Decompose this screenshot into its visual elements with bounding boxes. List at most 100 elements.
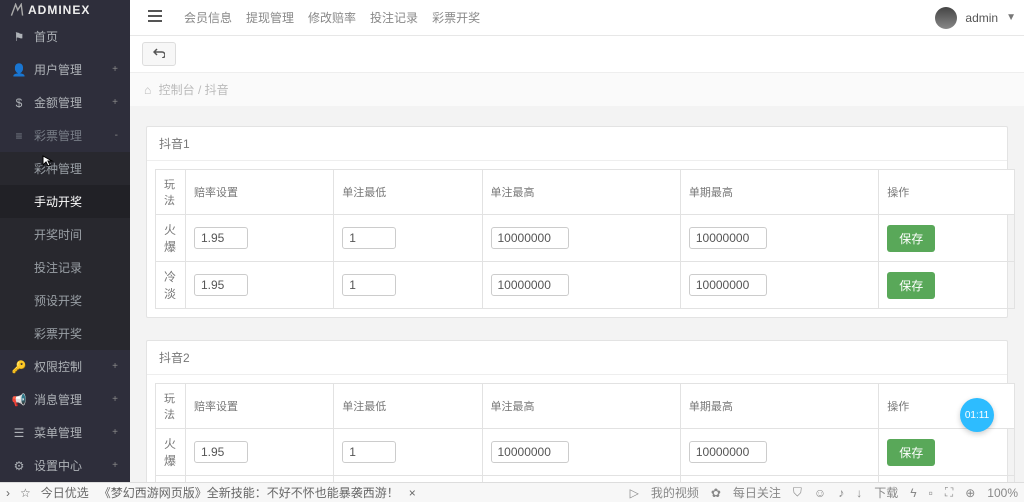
min-input[interactable] — [342, 441, 396, 463]
status-quick[interactable]: 今日优选 — [41, 484, 89, 501]
floating-timer-button[interactable]: 01:11 — [960, 398, 994, 432]
min-input[interactable] — [342, 227, 396, 249]
username[interactable]: admin — [965, 11, 998, 25]
column-header: 操作 — [879, 170, 1015, 215]
expand-icon: + — [112, 460, 118, 471]
topbar: 会员信息提现管理修改赔率投注记录彩票开奖 admin ▼ — [130, 0, 1024, 36]
caret-down-icon[interactable]: ▼ — [1006, 12, 1016, 23]
top-tab-2[interactable]: 修改赔率 — [308, 5, 356, 30]
sidebar-item-5[interactable]: 📢消息管理+ — [0, 383, 130, 416]
sidebar-item-1[interactable]: 👤 用户管理+ — [0, 53, 130, 86]
table-row: 火爆 保存 — [156, 215, 1015, 262]
panel-title: 抖音1 — [147, 127, 1007, 161]
sidebar-sub-item-0[interactable]: 彩种管理 — [0, 152, 130, 185]
status-shield-icon[interactable]: ⛉ — [793, 485, 802, 500]
column-header: 单期最高 — [680, 384, 878, 429]
config-panel-1: 抖音2玩法赔率设置单注最低单注最高单期最高操作 火爆 保存 冷淡 保存 — [146, 340, 1008, 482]
expand-icon: + — [112, 64, 118, 75]
min-input[interactable] — [342, 274, 396, 296]
sidebar: ADMINEX ⚑首页👤用户管理+$金额管理+≡彩票管理-彩种管理手动开奖开奖时… — [0, 0, 130, 482]
status-calendar-icon[interactable]: ✿ — [711, 486, 721, 500]
table-row: 冷淡 保存 — [156, 262, 1015, 309]
status-speed-icon[interactable]: ϟ — [910, 486, 916, 500]
config-panel-0: 抖音1玩法赔率设置单注最低单注最高单期最高操作 火爆 保存 冷淡 保存 — [146, 126, 1008, 318]
sidebar-item-label: 设置中心 — [34, 457, 112, 474]
column-header: 单注最高 — [482, 170, 680, 215]
breadcrumb-sep: / — [198, 83, 201, 97]
logo: ADMINEX — [0, 0, 130, 20]
sidebar-item-2[interactable]: $金额管理+ — [0, 86, 130, 119]
column-header: 赔率设置 — [186, 384, 334, 429]
sidebar-item-0[interactable]: ⚑ 首页 — [0, 20, 130, 53]
status-daily[interactable]: 每日关注 — [733, 484, 781, 501]
play-name: 冷淡 — [156, 476, 186, 483]
status-download-icon[interactable]: ↓ — [856, 486, 862, 500]
status-my-video[interactable]: 我的视频 — [651, 484, 699, 501]
top-tab-0[interactable]: 会员信息 — [184, 5, 232, 30]
status-zoom[interactable]: 100% — [987, 486, 1018, 500]
rate-input[interactable] — [194, 274, 248, 296]
top-tab-4[interactable]: 彩票开奖 — [432, 5, 480, 30]
browser-status-bar: › ☆ 今日优选 《梦幻西游网页版》全新技能：不好不怀也能暴袭西游！ × ▷ 我… — [0, 482, 1024, 502]
max-period-input[interactable] — [689, 227, 767, 249]
menu-toggle-button[interactable] — [138, 6, 172, 29]
status-zoom-icon[interactable]: ⊕ — [965, 486, 975, 500]
sidebar-item-label: 消息管理 — [34, 391, 112, 408]
breadcrumb-root[interactable]: 控制台 — [159, 83, 195, 97]
sidebar-item-label: 用户管理 — [34, 61, 112, 78]
column-header: 单注最低 — [334, 384, 482, 429]
dollar-icon: $ — [12, 96, 26, 110]
column-header: 操作 — [879, 384, 1015, 429]
expand-icon: + — [112, 361, 118, 372]
status-vol-icon[interactable]: ♪ — [838, 486, 844, 500]
sidebar-item-label: 权限控制 — [34, 358, 112, 375]
max-bet-input[interactable] — [491, 227, 569, 249]
back-button[interactable] — [142, 42, 176, 66]
sidebar-item-label: 金额管理 — [34, 94, 112, 111]
cog-icon: ⚙ — [12, 459, 26, 473]
avatar[interactable] — [935, 7, 957, 29]
expand-icon: + — [112, 427, 118, 438]
status-emoji-icon[interactable]: ☺ — [814, 486, 826, 500]
status-download[interactable]: 下载 — [874, 484, 898, 501]
column-header: 玩法 — [156, 384, 186, 429]
column-header: 玩法 — [156, 170, 186, 215]
status-close-icon[interactable]: × — [409, 486, 416, 500]
sidebar-sub-item-1[interactable]: 手动开奖 — [0, 185, 130, 218]
breadcrumb: ⌂ 控制台 / 抖音 — [130, 73, 1024, 106]
status-app-icon[interactable]: ▫ — [929, 486, 933, 500]
status-play-icon[interactable]: ▷ — [630, 486, 639, 500]
sidebar-item-label: 菜单管理 — [34, 424, 112, 441]
status-expand-icon[interactable]: ⛶ — [945, 485, 953, 500]
save-button[interactable]: 保存 — [887, 439, 935, 466]
user-icon: 👤 — [12, 63, 26, 77]
max-bet-input[interactable] — [491, 274, 569, 296]
sidebar-sub-item-2[interactable]: 开奖时间 — [0, 218, 130, 251]
max-period-input[interactable] — [689, 441, 767, 463]
table-row: 火爆 保存 — [156, 429, 1015, 476]
save-button[interactable]: 保存 — [887, 225, 935, 252]
flag-icon: ⚑ — [12, 30, 26, 44]
config-table: 玩法赔率设置单注最低单注最高单期最高操作 火爆 保存 冷淡 保存 — [155, 169, 1015, 309]
sidebar-item-4[interactable]: 🔑权限控制+ — [0, 350, 130, 383]
top-tab-3[interactable]: 投注记录 — [370, 5, 418, 30]
column-header: 单注最低 — [334, 170, 482, 215]
status-star-icon[interactable]: ☆ — [20, 486, 31, 500]
status-chevron-icon[interactable]: › — [6, 486, 10, 500]
home-icon: ⌂ — [144, 83, 151, 97]
save-button[interactable]: 保存 — [887, 272, 935, 299]
max-bet-input[interactable] — [491, 441, 569, 463]
sidebar-sub-item-4[interactable]: 预设开奖 — [0, 284, 130, 317]
sidebar-item-7[interactable]: ⚙ 设置中心+ — [0, 449, 130, 482]
top-tab-1[interactable]: 提现管理 — [246, 5, 294, 30]
status-marquee[interactable]: 《梦幻西游网页版》全新技能：不好不怀也能暴袭西游！ — [99, 484, 399, 501]
sidebar-item-3[interactable]: ≡彩票管理- — [0, 119, 130, 152]
sidebar-sub-item-5[interactable]: 彩票开奖 — [0, 317, 130, 350]
panel-title: 抖音2 — [147, 341, 1007, 375]
sidebar-item-6[interactable]: ☰菜单管理+ — [0, 416, 130, 449]
max-period-input[interactable] — [689, 274, 767, 296]
rate-input[interactable] — [194, 227, 248, 249]
rate-input[interactable] — [194, 441, 248, 463]
sidebar-item-label: 首页 — [34, 28, 118, 45]
sidebar-sub-item-3[interactable]: 投注记录 — [0, 251, 130, 284]
